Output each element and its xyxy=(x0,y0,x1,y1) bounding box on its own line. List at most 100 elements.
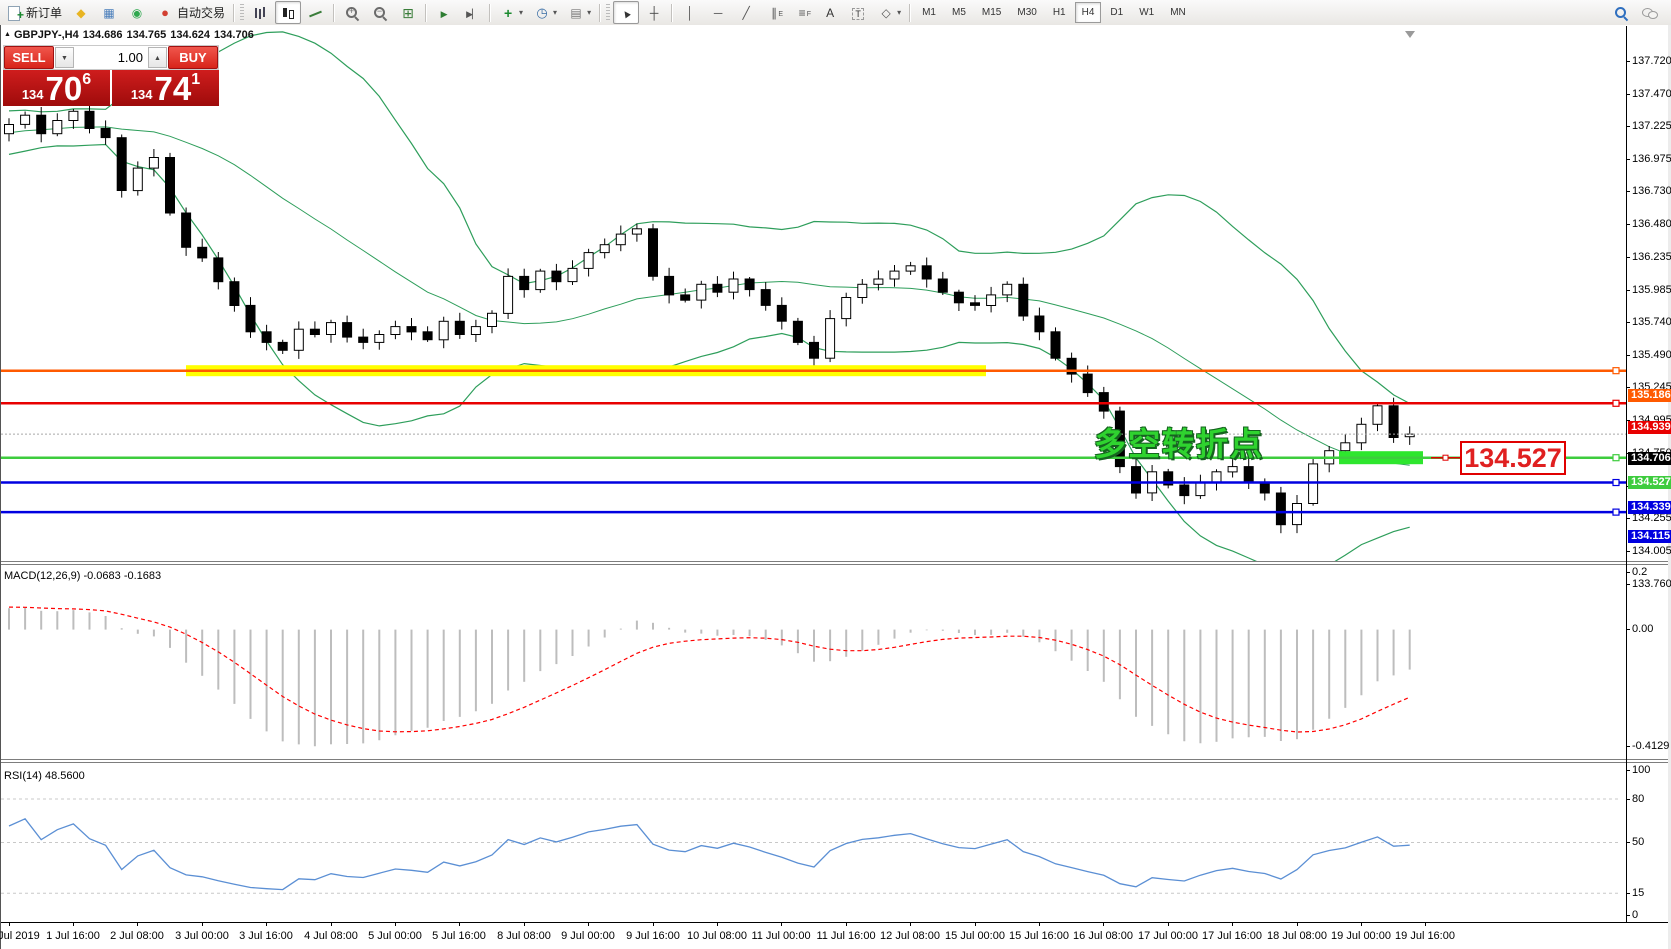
indicators-button[interactable]: ▾ xyxy=(495,1,527,24)
timeframe-button-m1[interactable]: M1 xyxy=(915,2,943,23)
zoom-in-button[interactable]: + xyxy=(339,1,365,24)
chevron-down-icon[interactable]: ▾ xyxy=(553,8,557,17)
indicators-icon xyxy=(499,5,517,21)
sell-price-sup: 6 xyxy=(82,71,92,88)
channel-button[interactable] xyxy=(761,1,787,24)
candles[interactable] xyxy=(4,103,1415,534)
rsi-axis-label: 50 xyxy=(1632,836,1645,848)
crosshair-button[interactable] xyxy=(641,1,667,24)
volume-input[interactable]: 1.00 xyxy=(75,46,147,69)
price-axis-tick xyxy=(1626,61,1630,62)
market-watch-button[interactable] xyxy=(96,1,122,24)
collapse-arrow-icon[interactable]: ▲ xyxy=(4,31,11,38)
volume-decrease-button[interactable]: ▼ xyxy=(55,47,74,68)
autotrade-button[interactable]: 自动交易 xyxy=(152,1,229,24)
sell-button[interactable]: SELL xyxy=(4,46,54,69)
timeframe-button-mn[interactable]: MN xyxy=(1163,2,1193,23)
pane-separator[interactable] xyxy=(1,762,1671,763)
time-axis-tick xyxy=(975,922,976,926)
timeframe-button-d1[interactable]: D1 xyxy=(1103,2,1130,23)
pane-separator[interactable] xyxy=(1,564,1671,565)
pane-separator[interactable] xyxy=(1,561,1671,562)
timeframe-button-w1[interactable]: W1 xyxy=(1132,2,1161,23)
time-axis-tick xyxy=(202,922,203,926)
templates-button[interactable]: ▾ xyxy=(563,1,595,24)
zoom-out-button[interactable]: − xyxy=(367,1,393,24)
chat-button[interactable] xyxy=(1636,1,1662,24)
chevron-down-icon[interactable]: ▾ xyxy=(897,8,901,17)
new-order-button-label: 新订单 xyxy=(26,6,63,20)
timeframe-button-m15[interactable]: M15 xyxy=(975,2,1008,23)
tile-windows-button[interactable] xyxy=(395,1,421,24)
support-resistance-lines[interactable] xyxy=(1,367,1626,516)
timeframe-button-m5[interactable]: M5 xyxy=(945,2,973,23)
timeframe-button-m30[interactable]: M30 xyxy=(1010,2,1043,23)
buy-price-display[interactable]: 134 74 1 xyxy=(112,70,219,106)
ohlc-low: 134.624 xyxy=(170,29,211,41)
search-button[interactable] xyxy=(1608,1,1634,24)
rsi-pane[interactable] xyxy=(1,764,1626,921)
toolbar: 新订单 自动交易 +− ▾ ▾ ▾ ▾ M1M5M15M30H1H4D1W1MN xyxy=(0,0,1671,26)
rsi-line xyxy=(8,817,1410,891)
zoom-in-icon: + xyxy=(343,5,361,21)
price-axis-tick xyxy=(1626,355,1630,356)
chart-shift-button[interactable] xyxy=(459,1,485,24)
clock-icon xyxy=(533,5,551,21)
periods-button[interactable]: ▾ xyxy=(529,1,561,24)
buy-button[interactable]: BUY xyxy=(168,46,218,69)
one-click-trading-panel: SELL ▼ 1.00 ▲ BUY 134 70 6 134 74 1 xyxy=(3,45,219,106)
auto-scroll-button[interactable] xyxy=(431,1,457,24)
line-chart-icon xyxy=(307,5,325,21)
horizontal-line-button[interactable] xyxy=(705,1,731,24)
price-callout-label[interactable]: 134.527 xyxy=(1460,441,1566,475)
trendline-button[interactable] xyxy=(733,1,759,24)
timeframe-button-h4[interactable]: H4 xyxy=(1074,2,1102,23)
time-axis-label: 11 Jul 16:00 xyxy=(816,930,876,942)
time-axis-label: 17 Jul 00:00 xyxy=(1138,930,1198,942)
turning-point-annotation[interactable]: 多空转折点 xyxy=(1094,419,1264,465)
time-axis-tick xyxy=(653,922,654,926)
rsi-axis-tick xyxy=(1626,799,1630,800)
signals-button[interactable] xyxy=(124,1,150,24)
text-label-button[interactable] xyxy=(845,1,871,24)
time-axis-tick xyxy=(73,922,74,926)
line-chart-button[interactable] xyxy=(303,1,329,24)
rsi-axis-label: 100 xyxy=(1632,764,1651,776)
shapes-button[interactable]: ▾ xyxy=(873,1,905,24)
time-axis-label: 15 Jul 00:00 xyxy=(945,930,1005,942)
search-icon xyxy=(1612,5,1630,21)
price-axis-tick xyxy=(1626,257,1630,258)
bar-chart-button[interactable] xyxy=(247,1,273,24)
candlestick-button[interactable] xyxy=(275,1,302,24)
text-label-icon xyxy=(849,5,867,21)
text-button[interactable] xyxy=(817,1,843,24)
time-axis-tick xyxy=(717,922,718,926)
symbol-info-line: ▲ GBPJPY-,H4 134.686 134.765 134.624 134.706 xyxy=(4,29,258,41)
chevron-down-icon[interactable]: ▾ xyxy=(587,8,591,17)
chart-shift-marker-icon[interactable] xyxy=(1405,31,1415,38)
chevron-down-icon[interactable]: ▾ xyxy=(519,8,523,17)
bar-chart-icon xyxy=(251,5,269,21)
toolbar-drag-handle[interactable] xyxy=(606,3,611,22)
price-line-badge: 134.339 xyxy=(1628,501,1671,514)
timeframe-button-h1[interactable]: H1 xyxy=(1046,2,1073,23)
new-order-button[interactable]: 新订单 xyxy=(1,1,66,24)
time-axis-tick xyxy=(1297,922,1298,926)
volume-increase-button[interactable]: ▲ xyxy=(148,47,167,68)
main-chart[interactable] xyxy=(1,26,1626,561)
autotrade-icon xyxy=(156,5,174,21)
time-axis-label: 12 Jul 08:00 xyxy=(880,930,940,942)
macd-pane[interactable] xyxy=(1,566,1626,758)
time-axis-tick xyxy=(1039,922,1040,926)
time-axis-tick xyxy=(781,922,782,926)
sell-price-display[interactable]: 134 70 6 xyxy=(3,70,110,106)
callout-connector-handle[interactable] xyxy=(1442,454,1449,461)
navigator-button[interactable] xyxy=(68,1,94,24)
cursor-button[interactable] xyxy=(613,1,640,24)
toolbar-drag-handle[interactable] xyxy=(240,3,245,22)
price-axis-label: 137.225 xyxy=(1632,120,1671,132)
pane-separator[interactable] xyxy=(1,759,1671,760)
vertical-line-button[interactable] xyxy=(677,1,703,24)
fibonacci-button[interactable] xyxy=(789,1,815,24)
toolbar-separator xyxy=(333,3,336,22)
